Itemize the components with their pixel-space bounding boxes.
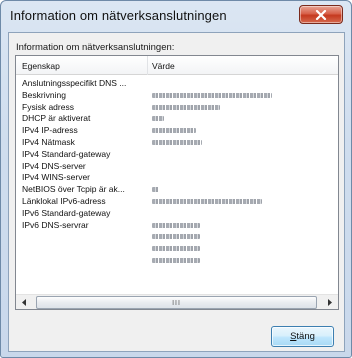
title-bar[interactable]: Information om nätverksanslutningen bbox=[1, 1, 351, 31]
list-row[interactable]: IPv6 DNS-servrar bbox=[16, 220, 338, 232]
scroll-left-button[interactable] bbox=[16, 295, 32, 310]
list-row[interactable]: Länklokal IPv6-adress bbox=[16, 196, 338, 208]
row-value-redacted bbox=[152, 234, 200, 240]
row-property: Anslutningsspecifikt DNS ... bbox=[22, 78, 127, 88]
list-row[interactable]: DHCP är aktiverat bbox=[16, 113, 338, 125]
row-value-redacted bbox=[152, 222, 200, 228]
row-property: IPv4 Nätmask bbox=[22, 136, 75, 147]
list-header: Egenskap Värde bbox=[16, 56, 338, 75]
list-row[interactable] bbox=[16, 243, 338, 255]
row-property: Beskrivning bbox=[22, 89, 66, 100]
close-button[interactable]: Stäng bbox=[271, 326, 334, 347]
close-button-label: täng bbox=[296, 331, 315, 342]
column-header-property[interactable]: Egenskap bbox=[22, 61, 60, 71]
scroll-grip: III bbox=[172, 300, 181, 307]
list-row[interactable]: IPv4 Standard-gateway bbox=[16, 149, 338, 161]
row-value-redacted bbox=[152, 257, 200, 263]
dialog-window: Information om nätverksanslutningen Info… bbox=[0, 0, 352, 358]
column-header-value[interactable]: Värde bbox=[152, 61, 175, 71]
list-row[interactable] bbox=[16, 255, 338, 267]
scroll-right-arrow-icon bbox=[328, 299, 332, 306]
row-value-redacted bbox=[152, 116, 164, 122]
horizontal-scrollbar[interactable]: III bbox=[16, 294, 338, 309]
row-value-redacted bbox=[152, 198, 262, 204]
section-label: Information om nätverksanslutningen: bbox=[16, 42, 175, 53]
row-property: IPv6 DNS-servrar bbox=[22, 219, 89, 230]
close-x-icon bbox=[315, 9, 327, 20]
list-row[interactable]: Anslutningsspecifikt DNS ... bbox=[16, 78, 338, 90]
window-title: Information om nätverksanslutningen bbox=[10, 8, 227, 23]
details-list[interactable]: Egenskap Värde Anslutningsspecifikt DNS … bbox=[15, 55, 339, 310]
row-value-redacted bbox=[152, 187, 159, 193]
list-row[interactable]: Fysisk adress bbox=[16, 102, 338, 114]
row-value-redacted bbox=[152, 128, 196, 134]
list-row[interactable] bbox=[16, 231, 338, 243]
row-property: Fysisk adress bbox=[22, 101, 74, 112]
row-value-redacted bbox=[152, 104, 220, 110]
list-row[interactable]: IPv4 DNS-server bbox=[16, 161, 338, 173]
scroll-right-button[interactable] bbox=[322, 295, 338, 310]
list-row[interactable]: IPv4 WINS-server bbox=[16, 172, 338, 184]
row-property: NetBIOS över Tcpip är ak... bbox=[22, 184, 125, 195]
row-property: Länklokal IPv6-adress bbox=[22, 195, 106, 206]
dialog-content: Information om nätverksanslutningen: Ege… bbox=[8, 32, 345, 352]
list-row[interactable]: IPv4 Nätmask bbox=[16, 137, 338, 149]
row-value-redacted bbox=[152, 139, 202, 145]
list-rows: Anslutningsspecifikt DNS ... Beskrivning F… bbox=[16, 78, 338, 267]
list-row[interactable]: NetBIOS över Tcpip är ak... bbox=[16, 184, 338, 196]
row-property: IPv6 Standard-gateway bbox=[22, 207, 111, 218]
row-property: IPv4 Standard-gateway bbox=[22, 148, 111, 159]
list-row[interactable]: IPv4 IP-adress bbox=[16, 125, 338, 137]
scroll-thumb[interactable]: III bbox=[36, 296, 317, 309]
row-property: IPv4 DNS-server bbox=[22, 160, 86, 171]
list-row[interactable]: Beskrivning bbox=[16, 90, 338, 102]
row-property: DHCP är aktiverat bbox=[22, 113, 91, 124]
row-value-redacted bbox=[152, 246, 200, 252]
column-separator[interactable] bbox=[147, 56, 148, 75]
window-close-button[interactable] bbox=[299, 5, 343, 24]
scroll-track[interactable]: III bbox=[33, 296, 321, 309]
row-property: IPv4 WINS-server bbox=[22, 172, 91, 183]
row-value-redacted bbox=[152, 92, 272, 98]
scroll-left-arrow-icon bbox=[22, 299, 26, 306]
row-property: IPv4 IP-adress bbox=[22, 125, 78, 136]
list-row[interactable]: IPv6 Standard-gateway bbox=[16, 208, 338, 220]
